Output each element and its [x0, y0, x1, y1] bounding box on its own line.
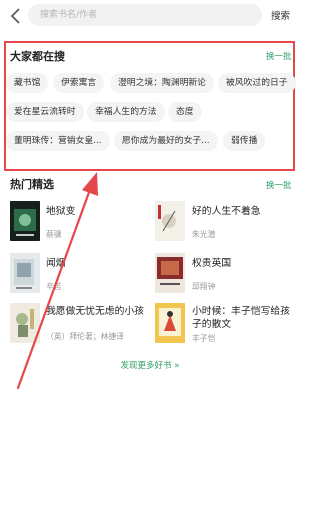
book-cover-art: [10, 253, 40, 293]
search-input[interactable]: [40, 6, 250, 24]
search-tag[interactable]: 澄明之境：陶渊明新论: [110, 73, 214, 93]
book-title: 小时候：丰子恺写给孩子的散文: [192, 306, 290, 330]
book-author: 丰子恺: [192, 334, 216, 343]
book-cover: [10, 303, 40, 343]
search-tag[interactable]: 藏书馆: [6, 73, 49, 93]
book-title: 闻烟: [46, 258, 66, 269]
book-author: （英）拜伦著；林捷译: [46, 332, 124, 341]
back-arrow-icon[interactable]: [8, 6, 24, 26]
search-tag[interactable]: 被风吹过的日子: [218, 73, 296, 93]
book-cover-art: [155, 201, 185, 241]
book-cover: [10, 253, 40, 293]
book-cover-art: [155, 303, 185, 343]
top-bar: 搜索: [0, 0, 300, 32]
book-cover: [155, 201, 185, 241]
book-item[interactable]: 小时候：丰子恺写给孩子的散文 丰子恺: [155, 303, 295, 345]
book-item[interactable]: 好的人生不着急 朱光潜: [155, 201, 295, 243]
search-button[interactable]: 搜索: [271, 8, 290, 22]
search-tag[interactable]: 幸福人生的方法: [87, 102, 165, 122]
book-item[interactable]: 闻烟 辛苦: [10, 253, 140, 295]
search-tag[interactable]: 弱传播: [223, 131, 266, 151]
search-tag[interactable]: 董明珠传：营销女皇...: [6, 131, 110, 151]
book-title: 地狱变: [46, 206, 76, 217]
discover-more-link[interactable]: 发现更多好书 »: [0, 359, 300, 371]
book-cover-art: [10, 303, 40, 343]
book-cover-art: [10, 201, 40, 241]
book-item[interactable]: 地狱变 蔡骥: [10, 201, 140, 243]
featured-refresh-button[interactable]: 换一批: [266, 179, 292, 191]
book-title: 我愿做无忧无虑的小孩: [46, 306, 144, 317]
search-field[interactable]: [28, 4, 262, 26]
book-item[interactable]: 权贵英国 邱翔钟: [155, 253, 295, 295]
search-tag[interactable]: 态度: [168, 102, 202, 122]
book-cover: [10, 201, 40, 241]
book-cover-art: [155, 253, 185, 293]
book-author: 辛苦: [46, 282, 62, 291]
hot-search-refresh-button[interactable]: 换一批: [266, 50, 292, 62]
search-tag[interactable]: 爱在星云流转时: [6, 102, 84, 122]
book-author: 邱翔钟: [192, 282, 216, 291]
featured-title: 热门精选: [10, 178, 54, 191]
book-author: 朱光潜: [192, 230, 216, 239]
book-cover: [155, 303, 185, 343]
book-cover: [155, 253, 185, 293]
book-title: 权贵英国: [192, 258, 232, 269]
search-tag[interactable]: 伊索寓言: [53, 73, 105, 93]
search-tag[interactable]: 愿你成为最好的女子...: [114, 131, 218, 151]
hot-search-title: 大家都在搜: [10, 50, 65, 63]
book-author: 蔡骥: [46, 230, 62, 239]
book-title: 好的人生不着急: [192, 206, 261, 217]
book-item[interactable]: 我愿做无忧无虑的小孩 （英）拜伦著；林捷译: [10, 303, 150, 345]
